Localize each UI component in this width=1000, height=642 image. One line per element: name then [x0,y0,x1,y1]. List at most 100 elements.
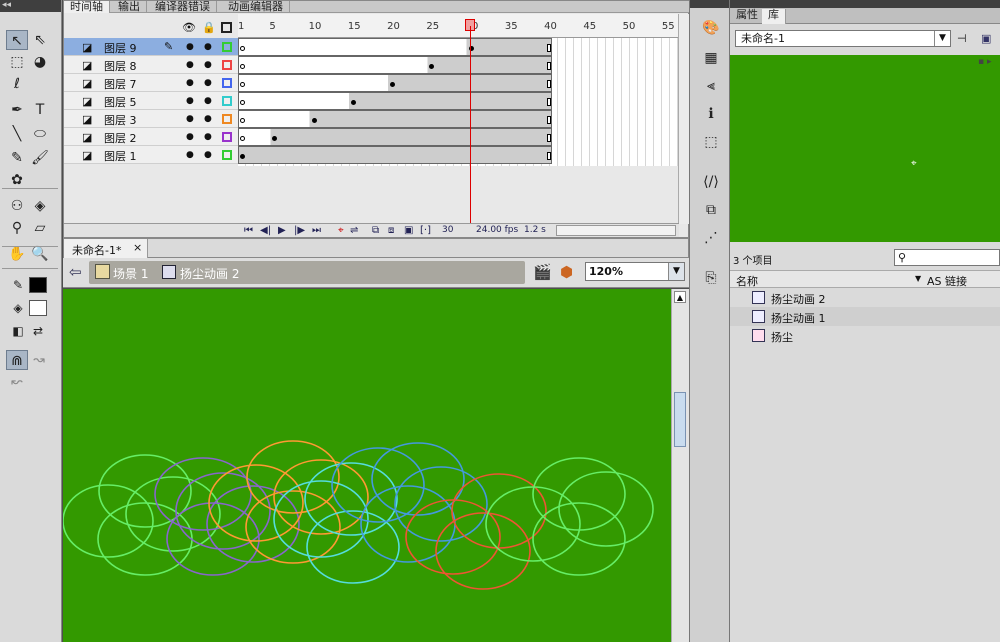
visibility-dot[interactable]: ● [186,114,194,124]
frame-grid[interactable] [238,38,679,166]
components-icon[interactable]: ⧉ [700,200,722,220]
color-palette-icon[interactable]: 🎨 [700,18,722,38]
timeline-horizontal-scrollbar[interactable] [556,225,676,236]
outline-icon[interactable] [221,22,232,33]
breadcrumb-scene[interactable]: 场景 1 [113,265,148,282]
transform-icon[interactable]: ⬚ [700,132,722,152]
keyframe[interactable] [240,154,245,159]
visibility-dot[interactable]: ● [186,60,194,70]
actions-icon[interactable]: ⟨/⟩ [700,172,722,192]
fill-color-icon[interactable]: ◈ [7,298,29,318]
visibility-dot[interactable]: ● [186,96,194,106]
scroll-up-icon[interactable]: ▲ [674,291,686,303]
outline-color-swatch[interactable] [222,42,232,52]
stroke-color-swatch[interactable] [29,277,47,293]
brush-tool-icon[interactable]: 🖌 [29,148,51,168]
end-frame[interactable] [547,116,551,124]
breadcrumb-symbol[interactable]: 扬尘动画 2 [180,265,239,282]
tab-output[interactable]: 输出 [112,1,147,13]
deco-tool-icon[interactable]: ✿ [6,170,28,190]
prev-frame-icon[interactable]: ◀| [260,225,271,236]
keyframe[interactable] [240,64,245,69]
frame-span[interactable] [238,146,552,164]
frame-span[interactable] [238,92,552,110]
3d-rotation-tool-icon[interactable]: ◕ [29,52,51,72]
layer-name[interactable]: 图层 2 [104,130,137,146]
tab-compiler-errors[interactable]: 编译器错误 [149,1,217,13]
lock-dot[interactable]: ● [204,60,212,70]
library-item[interactable]: 扬尘动画 2 [730,288,1000,307]
lock-dot[interactable]: ● [204,114,212,124]
current-frame[interactable]: 30 [442,225,453,235]
column-name[interactable]: 名称 [736,273,758,289]
layer-row[interactable]: ◪ 图层 2 ● ● [64,128,238,146]
lock-icon[interactable]: 🔒 [202,21,216,34]
layer-name[interactable]: 图层 7 [104,76,137,92]
library-item[interactable]: 扬尘 [730,326,1000,345]
scrollbar-thumb[interactable] [674,392,686,447]
keyframe[interactable] [240,82,245,87]
loop-icon[interactable]: ⇌ [350,225,358,236]
pen-tool-icon[interactable]: ✒ [6,100,28,120]
straighten-icon[interactable]: ↜ [6,372,28,392]
layer-row[interactable]: ◪ 图层 8 ● ● [64,56,238,74]
lasso-tool-icon[interactable]: ℓ [6,74,28,94]
hand-tool-icon[interactable]: ✋ [6,244,28,264]
end-frame[interactable] [547,62,551,70]
end-frame[interactable] [547,134,551,142]
stage-vertical-scrollbar[interactable]: ▲ [671,289,689,642]
black-white-icon[interactable]: ◧ [7,321,29,341]
close-icon[interactable]: × [133,241,142,254]
info-icon[interactable]: ℹ [700,104,722,124]
onion-skin-icon[interactable]: ⧉ [372,225,379,236]
outline-color-swatch[interactable] [222,78,232,88]
tools-collapse[interactable]: ◂◂ [0,0,61,12]
end-frame[interactable] [547,80,551,88]
visibility-dot[interactable]: ● [186,78,194,88]
keyframe[interactable] [240,100,245,105]
frame-span[interactable] [238,110,552,128]
tab-timeline[interactable]: 时间轴 [64,1,110,13]
library-search-input[interactable]: ⚲ [894,249,1000,266]
frame-span[interactable] [238,56,552,74]
pin-library-icon[interactable]: ⊣ [957,32,967,45]
frame-span[interactable] [238,38,552,56]
chevron-down-icon[interactable]: ▼ [934,31,950,46]
layer-row[interactable]: ◪ 图层 5 ● ● [64,92,238,110]
layer-row[interactable]: ◪ 图层 3 ● ● [64,110,238,128]
zoom-tool-icon[interactable]: 🔍 [29,244,51,264]
library-item[interactable]: 扬尘动画 1 [730,307,1000,326]
back-arrow-icon[interactable]: ⇦ [69,263,82,281]
eye-icon[interactable]: 👁 [182,21,196,34]
document-tab[interactable]: 未命名-1* × [64,239,148,258]
layer-row[interactable]: ◪ 图层 1 ● ● [64,146,238,164]
keyframe[interactable] [240,136,245,141]
keyframe[interactable] [350,100,356,105]
frame-ruler[interactable]: 1510152025303540455055 [238,14,679,38]
text-tool-icon[interactable]: T [29,100,51,120]
edit-scene-icon[interactable]: 🎬 [533,263,552,281]
frame-rate[interactable]: 24.00 fps [476,225,518,235]
stage[interactable] [63,289,671,642]
timeline-vertical-scrollbar[interactable] [678,14,689,224]
layer-name[interactable]: 图层 5 [104,94,137,110]
history-icon[interactable]: ⎘ [700,268,722,288]
modify-markers-icon[interactable]: [·] [420,225,431,236]
outline-color-swatch[interactable] [222,150,232,160]
layer-name[interactable]: 图层 9 [104,40,137,56]
preview-play-icon[interactable]: ▪ ▸ [978,57,991,67]
visibility-dot[interactable]: ● [186,150,194,160]
end-frame[interactable] [547,152,551,160]
eraser-tool-icon[interactable]: ▱ [29,218,51,238]
outline-color-swatch[interactable] [222,114,232,124]
motion-presets-icon[interactable]: ⋰ [700,228,722,248]
frame-span[interactable] [238,74,552,92]
keyframe[interactable] [311,118,317,123]
layer-name[interactable]: 图层 8 [104,58,137,74]
tab-library[interactable]: 库 [762,9,786,24]
lock-dot[interactable]: ● [204,132,212,142]
center-frame-icon[interactable]: ⌖ [338,225,344,236]
end-frame[interactable] [547,98,551,106]
frames-area[interactable]: 1510152025303540455055 [238,14,679,226]
bone-tool-icon[interactable]: ⚇ [6,196,28,216]
